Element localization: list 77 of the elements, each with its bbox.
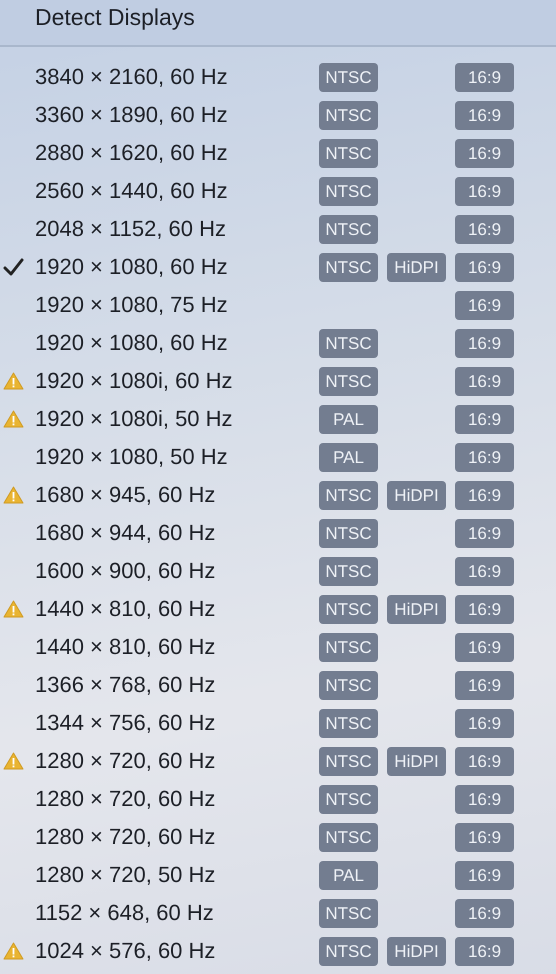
signal-tag: PAL	[319, 442, 378, 472]
signal-tag: NTSC	[319, 214, 378, 244]
aspect-tag: 16:9	[455, 556, 514, 586]
signal-tag: NTSC	[319, 632, 378, 662]
resolution-menu-item[interactable]: 1280 × 720, 50 Hz	[35, 864, 319, 886]
aspect-tag: 16:9	[455, 62, 514, 92]
aspect-tag: 16:9	[455, 518, 514, 548]
signal-tag: NTSC	[319, 252, 378, 282]
resolution-menu-item[interactable]: 1680 × 945, 60 Hz	[35, 484, 319, 506]
resolution-menu-item[interactable]: 1920 × 1080i, 60 Hz	[35, 370, 319, 392]
signal-tag: NTSC	[319, 936, 378, 966]
resolution-menu-item[interactable]: 1024 × 576, 60 Hz	[35, 940, 319, 962]
aspect-tag: 16:9	[455, 214, 514, 244]
resolution-menu-item[interactable]: 1280 × 720, 60 Hz	[35, 750, 319, 772]
resolution-menu-item[interactable]: 3360 × 1890, 60 Hz	[35, 104, 319, 126]
resolution-menu-item[interactable]: 1280 × 720, 60 Hz	[35, 826, 319, 848]
signal-tag: NTSC	[319, 670, 378, 700]
resolution-menu-item[interactable]: 3840 × 2160, 60 Hz	[35, 66, 319, 88]
signal-tag: NTSC	[319, 328, 378, 358]
aspect-tag: 16:9	[455, 100, 514, 130]
aspect-tag: 16:9	[455, 594, 514, 624]
resolution-menu-item[interactable]: 1152 × 648, 60 Hz	[35, 902, 319, 924]
aspect-tag: 16:9	[455, 138, 514, 168]
resolution-menu-item[interactable]: 1920 × 1080, 50 Hz	[35, 446, 319, 468]
signal-tag: NTSC	[319, 518, 378, 548]
signal-tag: NTSC	[319, 100, 378, 130]
aspect-tag: 16:9	[455, 860, 514, 890]
aspect-tag: 16:9	[455, 708, 514, 738]
signal-tag: NTSC	[319, 556, 378, 586]
resolution-menu-item[interactable]: 1440 × 810, 60 Hz	[35, 636, 319, 658]
resolution-menu-item[interactable]: 2880 × 1620, 60 Hz	[35, 142, 319, 164]
signal-tag: NTSC	[319, 746, 378, 776]
hidpi-tag: HiDPI	[387, 252, 446, 282]
resolution-menu-item[interactable]: 1920 × 1080, 60 Hz	[35, 256, 319, 278]
aspect-tag: 16:9	[455, 480, 514, 510]
resolution-menu-item[interactable]: 1344 × 756, 60 Hz	[35, 712, 319, 734]
hidpi-tag: HiDPI	[387, 594, 446, 624]
resolution-menu-item[interactable]: 2560 × 1440, 60 Hz	[35, 180, 319, 202]
resolution-menu-item[interactable]: 1280 × 720, 60 Hz	[35, 788, 319, 810]
resolution-menu-item[interactable]: 1680 × 944, 60 Hz	[35, 522, 319, 544]
aspect-tag: 16:9	[455, 252, 514, 282]
hidpi-tag: HiDPI	[387, 936, 446, 966]
hidpi-tag: HiDPI	[387, 746, 446, 776]
signal-tag: NTSC	[319, 784, 378, 814]
menu-title: Detect Displays	[35, 4, 195, 30]
aspect-tag: 16:9	[455, 632, 514, 662]
aspect-tag: 16:9	[455, 746, 514, 776]
aspect-tag: 16:9	[455, 366, 514, 396]
signal-tag: NTSC	[319, 138, 378, 168]
hidpi-tag: HiDPI	[387, 480, 446, 510]
resolution-menu-item[interactable]: 1920 × 1080, 75 Hz	[35, 294, 319, 316]
aspect-tag: 16:9	[455, 936, 514, 966]
signal-tag: NTSC	[319, 176, 378, 206]
resolution-menu-item[interactable]: 1920 × 1080, 60 Hz	[35, 332, 319, 354]
aspect-tag: 16:9	[455, 784, 514, 814]
resolution-menu-item[interactable]: 2048 × 1152, 60 Hz	[35, 218, 319, 240]
resolution-menu-item[interactable]: 1366 × 768, 60 Hz	[35, 674, 319, 696]
resolution-menu-item[interactable]: 1440 × 810, 60 Hz	[35, 598, 319, 620]
signal-tag: NTSC	[319, 594, 378, 624]
aspect-tag: 16:9	[455, 290, 514, 320]
signal-tag: NTSC	[319, 62, 378, 92]
aspect-tag: 16:9	[455, 404, 514, 434]
signal-tag: NTSC	[319, 366, 378, 396]
aspect-tag: 16:9	[455, 822, 514, 852]
aspect-tag: 16:9	[455, 670, 514, 700]
signal-tag: NTSC	[319, 480, 378, 510]
signal-tag: NTSC	[319, 708, 378, 738]
aspect-tag: 16:9	[455, 898, 514, 928]
aspect-tag: 16:9	[455, 442, 514, 472]
aspect-tag: 16:9	[455, 328, 514, 358]
aspect-tag: 16:9	[455, 176, 514, 206]
signal-tag: PAL	[319, 860, 378, 890]
signal-tag: PAL	[319, 404, 378, 434]
resolution-menu-item[interactable]: 1600 × 900, 60 Hz	[35, 560, 319, 582]
signal-tag: NTSC	[319, 898, 378, 928]
resolution-menu-item[interactable]: 1920 × 1080i, 50 Hz	[35, 408, 319, 430]
signal-tag: NTSC	[319, 822, 378, 852]
